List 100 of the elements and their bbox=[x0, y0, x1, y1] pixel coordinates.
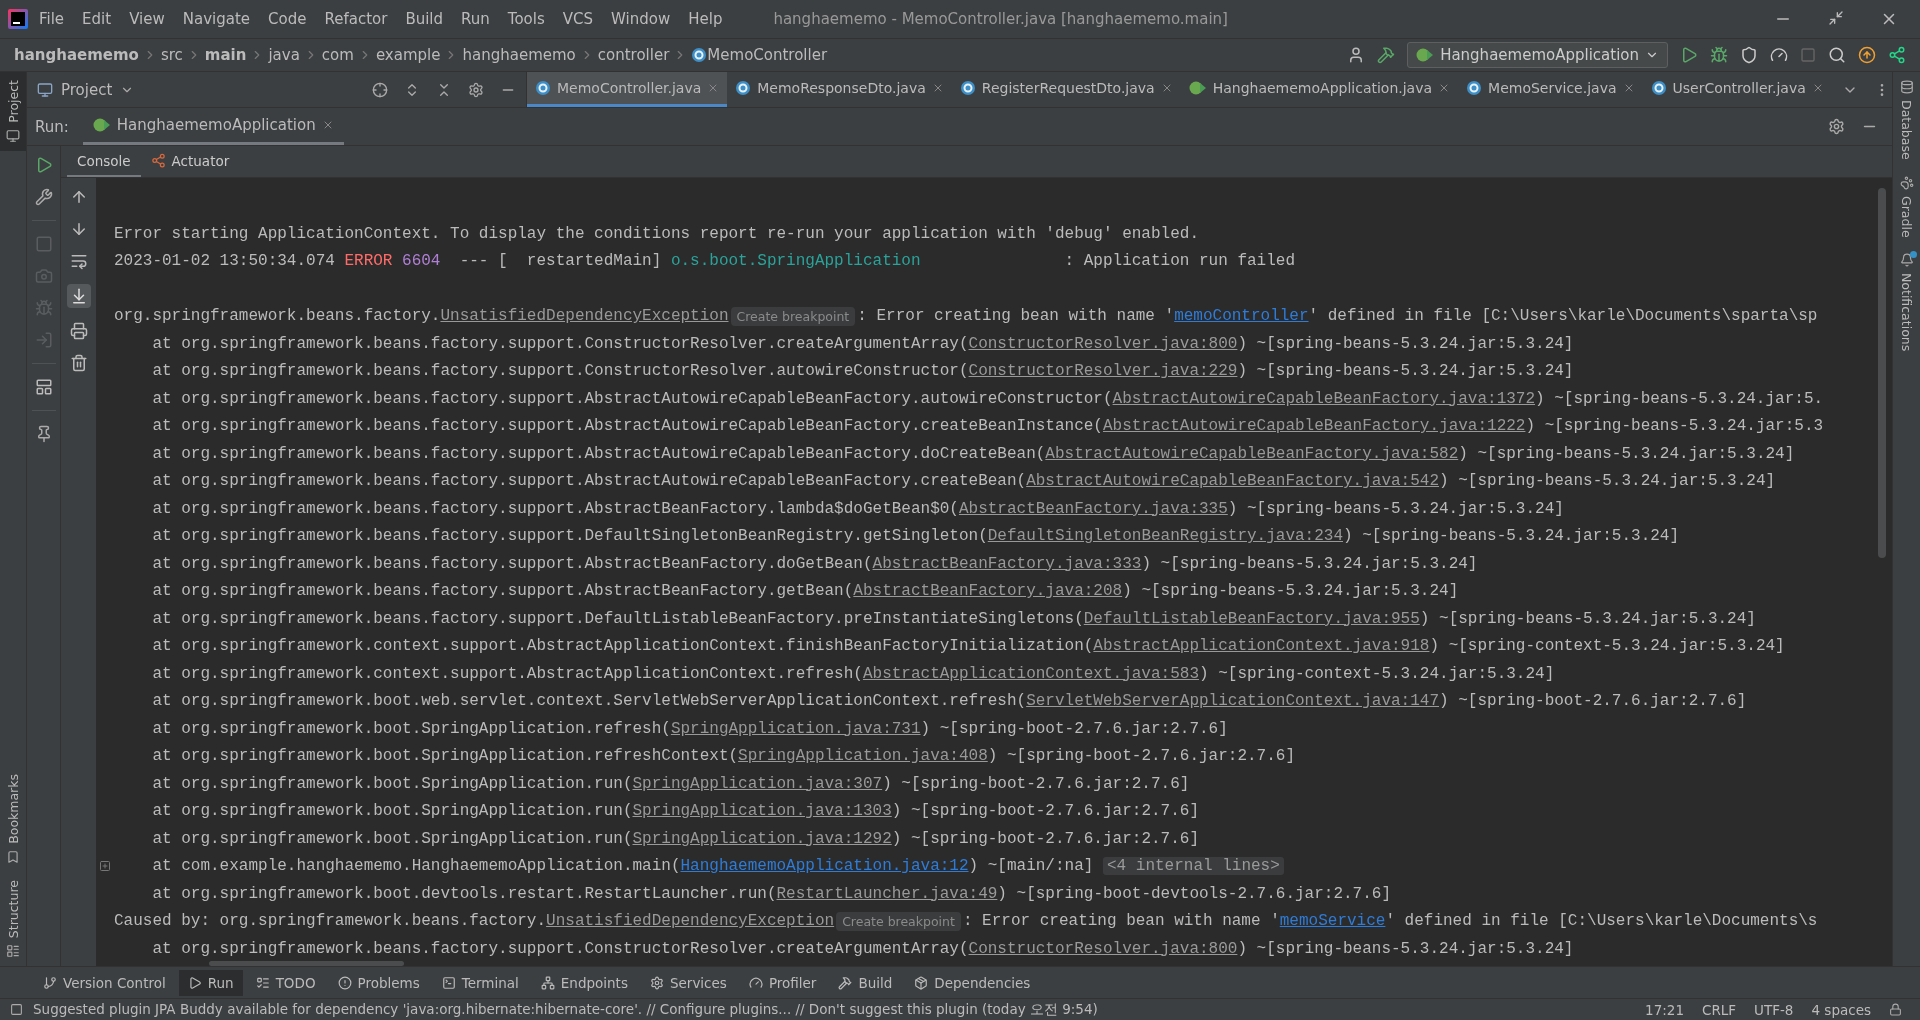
menu-item[interactable]: Help bbox=[681, 8, 730, 30]
status-message[interactable]: Suggested plugin JPA Buddy available for dependency 'java:org.hibernate:hibernate-core'. // Configure plugins... // Don't suggest this plugin (today 오전 9:54) bbox=[33, 1000, 1098, 1019]
tool-window-button[interactable]: Bookmarks bbox=[0, 766, 26, 872]
panel-title[interactable]: Project bbox=[61, 80, 113, 99]
menu-item[interactable]: VCS bbox=[555, 8, 601, 30]
lock-icon[interactable] bbox=[1889, 1003, 1902, 1016]
source-link[interactable]: SpringApplication.java:1303 bbox=[632, 802, 892, 821]
menu-item[interactable]: Build bbox=[398, 8, 451, 30]
breadcrumb[interactable]: MemoController bbox=[707, 46, 828, 64]
source-link[interactable]: memoService bbox=[1279, 912, 1386, 931]
breadcrumb[interactable]: com bbox=[321, 46, 354, 64]
tool-window-button[interactable]: Notifications bbox=[1893, 245, 1920, 360]
tool-window-tab[interactable]: Build bbox=[829, 969, 902, 996]
restore-icon[interactable] bbox=[1828, 10, 1844, 26]
breadcrumb[interactable]: hanghaememo bbox=[14, 46, 139, 64]
layout-icon[interactable] bbox=[34, 378, 53, 396]
source-link[interactable]: AbstractAutowireCapableBeanFactory.java:582 bbox=[1045, 444, 1459, 463]
hammer-icon[interactable] bbox=[1377, 46, 1396, 64]
source-link[interactable]: SpringApplication.java:731 bbox=[670, 719, 921, 738]
source-link[interactable]: DefaultSingletonBeanRegistry.java:234 bbox=[987, 527, 1343, 546]
breadcrumb[interactable]: java bbox=[268, 46, 300, 64]
trash-icon[interactable] bbox=[69, 354, 88, 372]
source-link[interactable]: AbstractBeanFactory.java:333 bbox=[872, 554, 1142, 573]
editor-tab[interactable]: RegisterRequestDto.java bbox=[951, 72, 1181, 107]
source-link[interactable]: ConstructorResolver.java:229 bbox=[968, 362, 1238, 381]
scrollbar-thumb[interactable] bbox=[209, 961, 404, 966]
tool-window-button[interactable]: Gradle bbox=[1893, 167, 1920, 246]
source-link[interactable]: ConstructorResolver.java:800 bbox=[968, 334, 1238, 353]
debug-icon[interactable] bbox=[1710, 46, 1728, 64]
editor-tab[interactable]: MemoController.java bbox=[527, 72, 728, 107]
status-item[interactable]: CRLF bbox=[1702, 1001, 1737, 1018]
tool-window-tab[interactable]: Version Control bbox=[34, 969, 175, 996]
source-link[interactable]: AbstractApplicationContext.java:918 bbox=[1093, 637, 1430, 656]
status-item[interactable]: UTF-8 bbox=[1754, 1001, 1794, 1018]
settings-icon[interactable] bbox=[468, 81, 484, 98]
console-tab[interactable]: Actuator bbox=[140, 146, 240, 177]
menu-item[interactable]: Run bbox=[454, 8, 497, 30]
printer-icon[interactable] bbox=[69, 322, 88, 340]
tool-window-tab[interactable]: Problems bbox=[328, 969, 429, 996]
source-link[interactable]: UnsatisfiedDependencyException bbox=[440, 307, 729, 326]
target-icon[interactable] bbox=[372, 81, 388, 98]
source-link[interactable]: SpringApplication.java:408 bbox=[738, 747, 988, 766]
status-item[interactable]: 17:21 bbox=[1645, 1001, 1684, 1018]
tool-window-tab[interactable]: Run bbox=[178, 969, 243, 996]
source-link[interactable]: AbstractApplicationContext.java:583 bbox=[862, 664, 1199, 683]
run-config-dropdown[interactable]: HanghaememoApplication bbox=[1407, 42, 1668, 68]
expand-fold-icon[interactable] bbox=[99, 860, 111, 873]
menu-item[interactable]: Window bbox=[604, 8, 678, 30]
menu-item[interactable]: Tools bbox=[500, 8, 552, 30]
scrollbar-thumb[interactable] bbox=[1878, 188, 1886, 558]
breadcrumb[interactable]: main bbox=[204, 46, 247, 64]
source-link[interactable]: AbstractAutowireCapableBeanFactory.java:542 bbox=[1026, 472, 1440, 491]
breadcrumb[interactable]: src bbox=[160, 46, 183, 64]
menu-item[interactable]: Code bbox=[261, 8, 314, 30]
source-link[interactable]: AbstractBeanFactory.java:335 bbox=[958, 499, 1228, 518]
tool-window-button[interactable]: Structure bbox=[0, 871, 26, 966]
editor-tab[interactable]: UserController.java bbox=[1642, 72, 1832, 107]
tool-window-tab[interactable]: Services bbox=[640, 969, 736, 996]
menu-item[interactable]: File bbox=[32, 8, 72, 30]
menu-item[interactable]: Navigate bbox=[175, 8, 258, 30]
tool-window-button[interactable]: Project bbox=[0, 72, 26, 151]
hint-badge[interactable]: Create breakpoint bbox=[836, 911, 961, 931]
source-link[interactable]: AbstractAutowireCapableBeanFactory.java:1372 bbox=[1112, 389, 1536, 408]
menu-item[interactable]: View bbox=[122, 8, 172, 30]
breadcrumb[interactable]: example bbox=[375, 46, 441, 64]
source-link[interactable]: ServletWebServerApplicationContext.java:147 bbox=[1026, 692, 1440, 711]
hint-badge[interactable]: Create breakpoint bbox=[730, 306, 856, 326]
run-icon[interactable] bbox=[1680, 46, 1698, 64]
editor-tab[interactable]: HanghaememoApplication.java bbox=[1180, 72, 1459, 107]
breadcrumb[interactable]: controller bbox=[597, 46, 670, 64]
source-link[interactable]: AbstractAutowireCapableBeanFactory.java:1222 bbox=[1102, 417, 1526, 436]
fold-badge[interactable]: <4 internal lines> bbox=[1102, 857, 1284, 876]
editor-tab[interactable]: MemoService.java bbox=[1458, 72, 1643, 107]
wrench-icon[interactable] bbox=[34, 188, 53, 206]
breadcrumb[interactable]: hanghaememo bbox=[462, 46, 576, 64]
source-link[interactable]: SpringApplication.java:307 bbox=[632, 774, 883, 793]
menu-item[interactable]: Refactor bbox=[317, 8, 395, 30]
tool-window-tab[interactable]: Terminal bbox=[432, 969, 528, 996]
tool-window-button[interactable]: Database bbox=[1893, 72, 1920, 168]
source-link[interactable]: HanghaememoApplication.java:12 bbox=[680, 857, 969, 876]
source-link[interactable]: AbstractBeanFactory.java:208 bbox=[853, 582, 1123, 601]
app-logo-icon[interactable] bbox=[8, 9, 28, 29]
source-link[interactable]: ConstructorResolver.java:800 bbox=[968, 939, 1238, 958]
source-link[interactable]: SpringApplication.java:1292 bbox=[632, 829, 892, 848]
source-link[interactable]: DefaultListableBeanFactory.java:955 bbox=[1083, 609, 1420, 628]
panel-toggle-icon[interactable] bbox=[10, 1003, 23, 1016]
editor-tab[interactable]: MemoResponseDto.java bbox=[727, 72, 952, 107]
tool-window-tab[interactable]: Profiler bbox=[739, 969, 826, 996]
status-item[interactable]: 4 spaces bbox=[1811, 1001, 1871, 1018]
update-icon[interactable] bbox=[1858, 46, 1876, 64]
wrap-icon[interactable] bbox=[69, 252, 88, 270]
search-icon[interactable] bbox=[1828, 46, 1846, 64]
tool-window-tab[interactable]: Dependencies bbox=[905, 969, 1040, 996]
settings-icon[interactable] bbox=[1828, 118, 1845, 135]
menu-item[interactable]: Edit bbox=[75, 8, 119, 30]
source-link[interactable]: memoController bbox=[1174, 307, 1309, 326]
profiler-icon[interactable] bbox=[1770, 46, 1788, 64]
tool-window-tab[interactable]: Endpoints bbox=[531, 969, 637, 996]
tool-window-tab[interactable]: TODO bbox=[246, 969, 325, 996]
source-link[interactable]: RestartLauncher.java:49 bbox=[776, 884, 998, 903]
